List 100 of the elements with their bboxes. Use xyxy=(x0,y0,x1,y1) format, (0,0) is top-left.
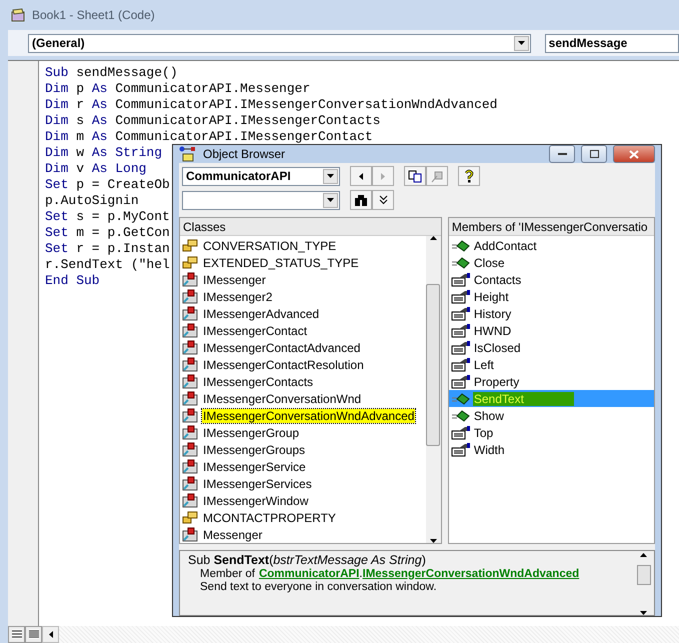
module-view-button[interactable] xyxy=(25,626,42,643)
member-item[interactable]: AddContact xyxy=(448,237,654,254)
vertical-scrollbar[interactable] xyxy=(636,553,651,615)
down-arrow-icon xyxy=(430,539,437,543)
enum-icon xyxy=(182,256,198,269)
down-arrow-icon xyxy=(327,198,334,202)
method-icon xyxy=(450,410,471,422)
library-link[interactable]: CommunicatorAPI xyxy=(258,568,360,580)
maximize-button[interactable] xyxy=(581,145,607,163)
maximize-icon xyxy=(590,150,598,158)
class-icon xyxy=(182,340,198,355)
property-icon xyxy=(450,306,471,320)
window-title: Book1 - Sheet1 (Code) xyxy=(32,8,155,22)
classes-header: Classes xyxy=(180,218,441,236)
class-item[interactable]: IMessengerGroup xyxy=(180,424,426,441)
member-item[interactable]: History xyxy=(448,305,654,322)
help-icon xyxy=(464,169,474,183)
member-item[interactable]: IsClosed xyxy=(448,339,654,356)
object-dropdown[interactable]: (General) xyxy=(28,34,531,52)
search-dropdown[interactable] xyxy=(182,190,340,210)
member-item[interactable]: Contacts xyxy=(448,271,654,288)
separator: . xyxy=(359,568,362,580)
class-link[interactable]: IMessengerConversationWndAdvanced xyxy=(362,568,580,580)
property-icon xyxy=(450,290,471,304)
up-arrow-icon xyxy=(640,553,647,557)
property-icon xyxy=(450,324,471,338)
close-button[interactable] xyxy=(613,145,655,163)
left-arrow-icon xyxy=(359,172,363,180)
help-button[interactable] xyxy=(458,166,480,186)
method-icon xyxy=(450,392,471,404)
down-arrow-icon xyxy=(327,174,334,178)
enum-icon xyxy=(182,239,198,252)
code-line: Dim w As String xyxy=(45,145,162,161)
class-item[interactable]: MCONTACTPROPERTY xyxy=(180,509,426,526)
search-button[interactable] xyxy=(350,190,372,210)
class-item[interactable]: IMessengerContactAdvanced xyxy=(180,339,426,356)
class-item[interactable]: IMessengerContacts xyxy=(180,373,426,390)
property-icon xyxy=(450,272,471,286)
class-icon xyxy=(182,408,198,423)
code-line: r.SendText ("hel xyxy=(45,257,170,273)
right-arrow-icon xyxy=(381,172,385,180)
member-item[interactable]: Show xyxy=(448,407,654,424)
class-item[interactable]: IMessenger xyxy=(180,271,426,288)
class-icon xyxy=(182,306,198,321)
class-item[interactable]: IMessengerContactResolution xyxy=(180,356,426,373)
members-header: Members of 'IMessengerConversatio xyxy=(448,218,654,236)
code-line: End Sub xyxy=(45,273,100,289)
vertical-scrollbar[interactable] xyxy=(426,236,441,543)
code-line: Dim s As CommunicatorAPI.IMessengerContacts xyxy=(45,113,380,129)
class-item[interactable]: IMessengerServices xyxy=(180,475,426,492)
definition-icon xyxy=(430,170,444,182)
member-item[interactable]: Close xyxy=(448,254,654,271)
class-item[interactable]: IMessengerGroups xyxy=(180,441,426,458)
member-signature: Sub SendText(bstrTextMessage As String) xyxy=(188,553,427,567)
member-item[interactable]: HWND xyxy=(448,322,654,339)
property-icon xyxy=(450,358,471,372)
code-line: Set m = p.GetCon xyxy=(45,225,170,241)
app-icon xyxy=(10,7,26,23)
lines-icon xyxy=(28,630,38,639)
chevron-icon xyxy=(378,195,388,205)
up-arrow-icon xyxy=(430,236,437,240)
window-title: Object Browser xyxy=(203,147,286,161)
library-dropdown[interactable]: CommunicatorAPI xyxy=(182,166,340,186)
member-item[interactable]: Top xyxy=(448,424,654,441)
code-line: p.AutoSignin xyxy=(45,193,139,209)
code-line: Sub sendMessage() xyxy=(45,65,178,81)
class-icon xyxy=(182,289,198,304)
procedure-dropdown[interactable]: sendMessage xyxy=(544,34,679,52)
class-icon xyxy=(182,374,198,389)
class-item[interactable]: IMessengerConversationWnd xyxy=(180,390,426,407)
down-arrow-icon xyxy=(640,611,647,615)
left-arrow-icon xyxy=(48,631,52,638)
class-item[interactable]: Messenger xyxy=(180,526,426,543)
close-icon xyxy=(629,150,639,158)
procedure-view-button[interactable] xyxy=(8,626,25,643)
back-button[interactable] xyxy=(350,166,372,186)
member-description: Send text to everyone in conversation window. xyxy=(199,581,438,593)
member-item[interactable]: Height xyxy=(448,288,654,305)
class-icon xyxy=(182,357,198,372)
class-item[interactable]: IMessengerService xyxy=(180,458,426,475)
copy-button[interactable] xyxy=(404,166,426,186)
expand-button[interactable] xyxy=(372,190,394,210)
enum-icon xyxy=(182,511,198,524)
member-item[interactable]: Width xyxy=(448,441,654,458)
member-item[interactable]: Left xyxy=(448,356,654,373)
code-line: Set r = p.Instan xyxy=(45,241,170,257)
class-item[interactable]: IMessengerWindow xyxy=(180,492,426,509)
class-item[interactable]: IMessenger2 xyxy=(180,288,426,305)
class-icon xyxy=(182,323,198,338)
class-item[interactable]: IMessengerAdvanced xyxy=(180,305,426,322)
class-icon xyxy=(182,272,198,287)
down-arrow-icon xyxy=(518,41,525,45)
class-icon xyxy=(182,391,198,406)
class-item[interactable]: CONVERSATION_TYPE xyxy=(180,237,426,254)
class-item[interactable]: IMessengerContact xyxy=(180,322,426,339)
minimize-icon xyxy=(558,152,566,156)
class-item[interactable]: EXTENDED_STATUS_TYPE xyxy=(180,254,426,271)
minimize-button[interactable] xyxy=(549,145,575,163)
member-item[interactable]: Property xyxy=(448,373,654,390)
horizontal-scrollbar[interactable] xyxy=(42,626,679,643)
